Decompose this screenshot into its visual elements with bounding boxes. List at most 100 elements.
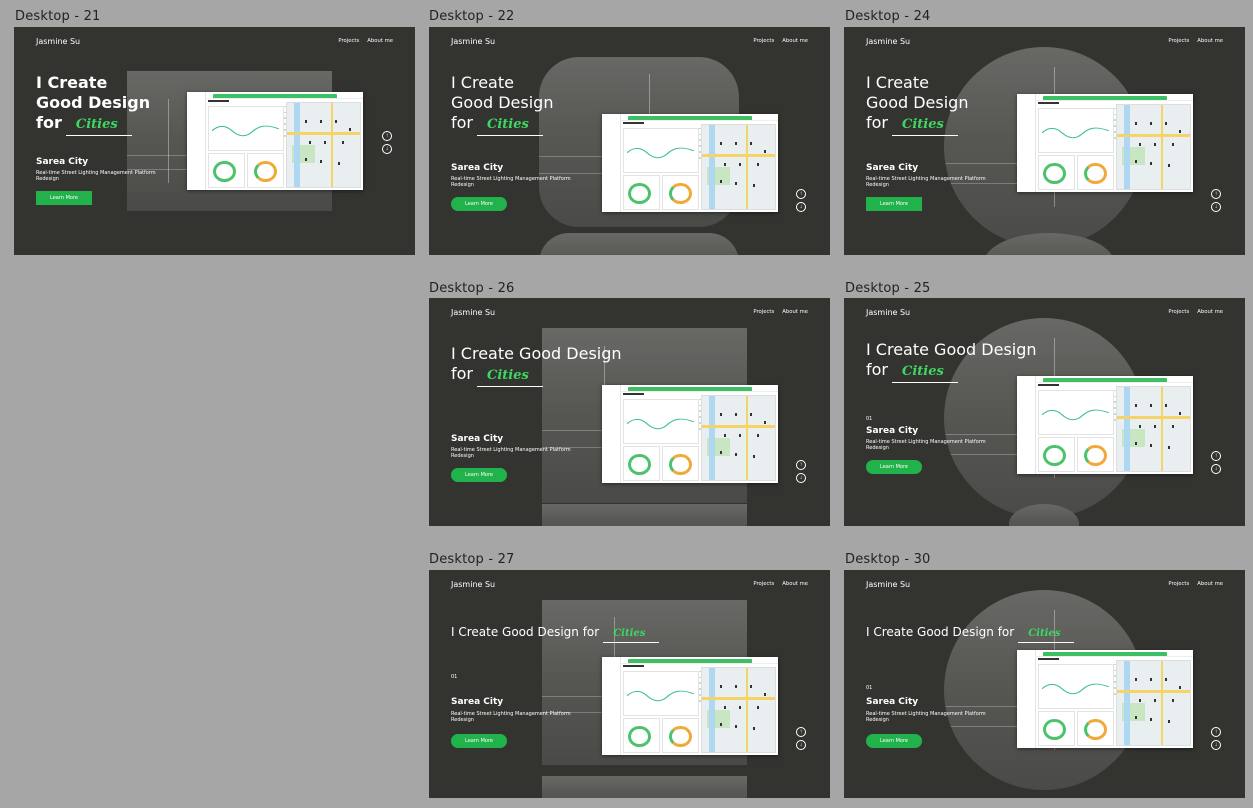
map-pin — [720, 141, 723, 145]
arrow-up-circle-icon[interactable]: ↑ — [1211, 727, 1221, 737]
brand-name[interactable]: Jasmine Su — [36, 37, 80, 46]
brand-name[interactable]: Jasmine Su — [451, 37, 495, 46]
project-number: 01 — [866, 416, 873, 422]
brand-name[interactable]: Jasmine Su — [451, 308, 495, 317]
map-pin — [1138, 698, 1141, 702]
brand-name[interactable]: Jasmine Su — [866, 37, 910, 46]
nav-projects-link[interactable]: Projects — [753, 309, 774, 315]
frame-label: Desktop - 25 — [845, 281, 931, 296]
hero-for: for — [866, 360, 888, 379]
learn-more-button[interactable]: Learn More — [36, 191, 92, 205]
map-pin — [720, 684, 723, 688]
nav-projects-link[interactable]: Projects — [753, 38, 774, 44]
frame-desktop-27[interactable]: Jasmine Su Projects About me I Create Go… — [429, 570, 830, 798]
nav-projects-link[interactable]: Projects — [1168, 581, 1189, 587]
nav-projects-link[interactable]: Projects — [338, 38, 359, 44]
arrow-up-circle-icon[interactable]: ↑ — [1211, 451, 1221, 461]
nav-about-link[interactable]: About me — [1197, 581, 1223, 587]
map-road — [745, 667, 749, 753]
dashboard-topbar — [619, 385, 778, 392]
nav-about-link[interactable]: About me — [782, 581, 808, 587]
brand-name[interactable]: Jasmine Su — [866, 308, 910, 317]
frame-desktop-26[interactable]: Jasmine Su Projects About me I Create Go… — [429, 298, 830, 526]
hero-heading: I Create Good Design for Cities — [866, 624, 1075, 643]
arrow-down-circle-icon[interactable]: ↓ — [796, 473, 806, 483]
nav-about-link[interactable]: About me — [782, 309, 808, 315]
project-number: 01 — [451, 674, 458, 680]
learn-more-button[interactable]: Learn More — [866, 460, 922, 474]
map-pin — [1179, 412, 1182, 416]
learn-more-button[interactable]: Learn More — [866, 197, 922, 211]
map-road — [701, 425, 776, 428]
arrow-down-circle-icon[interactable]: ↓ — [796, 740, 806, 750]
arrow-up-circle-icon[interactable]: ↑ — [796, 460, 806, 470]
frame-desktop-24[interactable]: Jasmine Su Projects About me I Create Go… — [844, 27, 1245, 255]
map-pin — [341, 140, 344, 144]
frame-desktop-30[interactable]: Jasmine Su Projects About me I Create Go… — [844, 570, 1245, 798]
learn-more-button[interactable]: Learn More — [866, 734, 922, 748]
dashboard-sidebar — [1017, 94, 1036, 192]
arrow-up-circle-icon[interactable]: ↑ — [796, 189, 806, 199]
project-subtitle: Real-time Street Lighting Management Pla… — [36, 170, 156, 182]
energy-line-graph — [211, 125, 279, 137]
hero-photo-bottom — [1009, 504, 1079, 526]
map-pin — [756, 705, 759, 709]
dashboard-title — [1038, 383, 1060, 387]
nav-about-link[interactable]: About me — [1197, 38, 1223, 44]
nav-about-link[interactable]: About me — [1197, 309, 1223, 315]
hero-line: I Create — [36, 73, 108, 92]
hero-heading: I Create Good Design for Cities — [866, 73, 968, 136]
arrow-down-circle-icon[interactable]: ↓ — [1211, 740, 1221, 750]
energy-line-graph — [1041, 409, 1109, 421]
map-pin — [305, 119, 308, 123]
hero-for: for — [866, 113, 888, 132]
map-road — [1160, 660, 1164, 746]
top-nav: Projects About me — [1168, 581, 1223, 587]
nav-about-link[interactable]: About me — [367, 38, 393, 44]
arrow-down-circle-icon[interactable]: ↓ — [1211, 202, 1221, 212]
map-pin — [1149, 121, 1152, 125]
dashboard-mockup — [1017, 376, 1193, 474]
donut-chart — [253, 160, 277, 183]
map-river — [1123, 104, 1130, 190]
frame-desktop-25[interactable]: Jasmine Su Projects About me I Create Go… — [844, 298, 1245, 526]
hero-for: for — [451, 364, 473, 383]
map-panel — [700, 666, 777, 754]
hero-photo-bottom — [984, 233, 1114, 255]
highlight-word: Cities — [477, 366, 543, 387]
map-pin — [308, 140, 311, 144]
project-title: Sarea City — [451, 697, 504, 707]
nav-projects-link[interactable]: Projects — [1168, 38, 1189, 44]
frame-desktop-21[interactable]: Jasmine Su Projects About me I Create Go… — [14, 27, 415, 255]
top-nav: Projects About me — [753, 38, 808, 44]
donut-chart — [668, 182, 692, 205]
arrow-up-circle-icon[interactable]: ↑ — [796, 727, 806, 737]
nav-projects-link[interactable]: Projects — [753, 581, 774, 587]
highlight-word: Cities — [65, 115, 132, 136]
nav-projects-link[interactable]: Projects — [1168, 309, 1189, 315]
learn-more-button[interactable]: Learn More — [451, 468, 507, 482]
arrow-down-circle-icon[interactable]: ↓ — [796, 202, 806, 212]
arrow-up-circle-icon[interactable]: ↑ — [382, 131, 392, 141]
learn-more-button[interactable]: Learn More — [451, 197, 507, 211]
arrow-up-circle-icon[interactable]: ↑ — [1211, 189, 1221, 199]
map-pin — [753, 726, 756, 730]
dashboard-title — [1038, 657, 1060, 661]
map-pin — [749, 684, 752, 688]
frame-desktop-22[interactable]: Jasmine Su Projects About me I Create Go… — [429, 27, 830, 255]
brand-name[interactable]: Jasmine Su — [866, 580, 910, 589]
map-road — [701, 154, 776, 157]
brand-name[interactable]: Jasmine Su — [451, 580, 495, 589]
arrow-down-circle-icon[interactable]: ↓ — [382, 144, 392, 154]
map-pin — [1168, 163, 1171, 167]
nav-about-link[interactable]: About me — [782, 38, 808, 44]
dashboard-title — [1038, 101, 1060, 105]
arrow-down-circle-icon[interactable]: ↓ — [1211, 464, 1221, 474]
learn-more-button[interactable]: Learn More — [451, 734, 507, 748]
highlight-word: Cities — [477, 115, 543, 136]
map-pin — [753, 454, 756, 458]
project-title: Sarea City — [866, 426, 919, 436]
map-road — [286, 132, 361, 135]
map-pin — [319, 160, 322, 164]
map-pin — [723, 433, 726, 437]
